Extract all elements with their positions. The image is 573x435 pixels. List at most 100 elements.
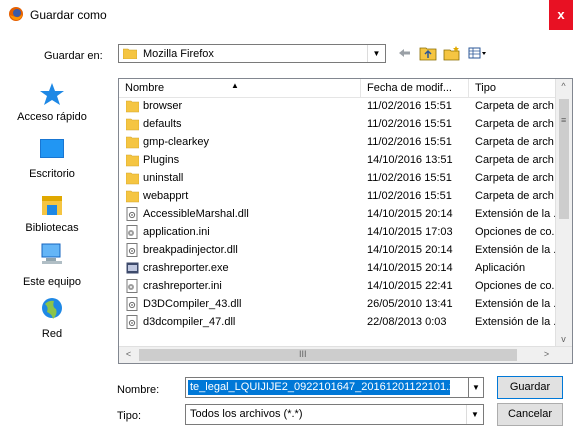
filename-input[interactable]: te_legal_LQUIJIJE2_0922101647_2016120112… [185, 377, 469, 398]
lookin-value: Mozilla Firefox [143, 48, 214, 60]
table-row[interactable]: D3DCompiler_43.dll 26/05/2010 13:41 Extens… [119, 295, 572, 313]
file-name: gmp-clearkey [143, 136, 210, 148]
file-ini-icon [126, 279, 138, 293]
table-row[interactable]: application.ini 14/10/2015 17:03 Opciones … [119, 223, 572, 241]
star-icon [40, 83, 64, 105]
view-menu-icon[interactable] [468, 45, 488, 61]
new-folder-icon[interactable] [443, 45, 461, 61]
filename-value: te_legal_LQUIJIJE2_0922101647_2016120112… [188, 380, 450, 395]
list-header: Nombre ▲ Fecha de modif... Tipo [119, 79, 572, 98]
file-date: 11/02/2016 15:51 [367, 136, 452, 148]
file-type: Carpeta de arch [475, 190, 554, 202]
chevron-down-icon[interactable]: ▼ [367, 45, 385, 62]
folder-icon [123, 48, 137, 59]
filename-label: Nombre: [117, 384, 160, 396]
table-row[interactable]: browser 11/02/2016 15:51 Carpeta de arch [119, 97, 572, 115]
folder-icon [126, 118, 139, 131]
sidebar-label: Escritorio [29, 168, 75, 180]
file-dll-icon [126, 207, 138, 221]
filetype-label: Tipo: [117, 410, 142, 422]
file-date: 14/10/2015 20:14 [367, 208, 453, 220]
column-label: Fecha de modif... [367, 82, 452, 94]
column-header-type[interactable]: Tipo [469, 79, 555, 97]
file-type: Carpeta de arch [475, 100, 554, 112]
folder-icon [126, 100, 139, 113]
title-bar: Guardar como x [0, 0, 573, 30]
column-header-date[interactable]: Fecha de modif... [361, 79, 469, 97]
cancel-button[interactable]: Cancelar [497, 403, 563, 426]
sidebar-item-this-pc[interactable]: Este equipo [6, 242, 98, 288]
file-date: 14/10/2015 17:03 [367, 226, 453, 238]
chevron-down-icon[interactable]: ▼ [469, 377, 484, 398]
file-type: Extensión de la ... [475, 208, 561, 220]
sidebar-item-network[interactable]: Red [6, 297, 98, 341]
file-name: Plugins [143, 154, 180, 166]
sidebar-item-libraries[interactable]: Bibliotecas [6, 193, 98, 237]
scroll-up-icon[interactable]: ^ [556, 79, 571, 94]
sidebar-label: Bibliotecas [25, 222, 79, 234]
file-name: crashreporter.ini [143, 280, 222, 292]
filetype-select[interactable]: Todos los archivos (*.*) ▼ [185, 404, 484, 425]
filetype-value: Todos los archivos (*.*) [190, 408, 303, 420]
file-type: Carpeta de arch [475, 172, 554, 184]
file-date: 14/10/2015 22:41 [367, 280, 453, 292]
vertical-scrollbar[interactable]: ^ ≡ v [555, 79, 572, 347]
column-header-name[interactable]: Nombre ▲ [119, 79, 361, 97]
computer-icon [41, 243, 62, 264]
folder-icon [126, 172, 139, 185]
file-dll-icon [126, 297, 138, 311]
file-type: Carpeta de arch [475, 118, 554, 130]
grip-icon: ≡ [561, 115, 567, 125]
file-type: Carpeta de arch [475, 136, 554, 148]
chevron-down-icon[interactable]: ▼ [466, 405, 483, 424]
folder-icon [126, 154, 139, 167]
table-row[interactable]: breakpadinjector.dll 14/10/2015 20:14 Exte… [119, 241, 572, 259]
sidebar-item-desktop[interactable]: Escritorio [6, 138, 98, 182]
file-dll-icon [126, 315, 138, 329]
file-type: Extensión de la ... [475, 316, 561, 328]
table-row[interactable]: crashreporter.ini 14/10/2015 22:41 Opcione… [119, 277, 572, 295]
file-date: 22/08/2013 0:03 [367, 316, 447, 328]
sidebar-item-quick-access[interactable]: Acceso rápido [6, 82, 98, 123]
file-name: browser [143, 100, 183, 112]
sidebar-label: Red [41, 328, 63, 340]
scroll-left-icon[interactable]: < [121, 347, 136, 362]
list-rows: browser 11/02/2016 15:51 Carpeta de arch de… [119, 97, 561, 347]
sidebar-label: Acceso rápido [17, 111, 87, 123]
save-button[interactable]: Guardar [497, 376, 563, 399]
sidebar-label: Este equipo [22, 276, 82, 288]
table-row[interactable]: gmp-clearkey 11/02/2016 15:51 Carpeta de a… [119, 133, 572, 151]
file-date: 14/10/2016 13:51 [367, 154, 453, 166]
file-exe-icon [126, 262, 139, 274]
table-row[interactable]: AccessibleMarshal.dll 14/10/2015 20:14 Ext… [119, 205, 572, 223]
sort-up-icon: ▲ [231, 81, 239, 90]
table-row[interactable]: Plugins 14/10/2016 13:51 Carpeta de arch [119, 151, 572, 169]
desktop-icon [40, 139, 64, 158]
table-row[interactable]: crashreporter.exe 14/10/2015 20:14 Aplicac… [119, 259, 572, 277]
file-ini-icon [126, 225, 138, 239]
scroll-right-icon[interactable]: > [539, 347, 554, 362]
column-label: Nombre [125, 82, 165, 94]
file-name: breakpadinjector.dll [143, 244, 238, 256]
back-arrow-icon[interactable] [396, 45, 412, 61]
file-name: defaults [143, 118, 182, 130]
folder-icon [126, 190, 139, 203]
up-folder-icon[interactable] [419, 45, 437, 61]
table-row[interactable]: defaults 11/02/2016 15:51 Carpeta de arch [119, 115, 572, 133]
table-row[interactable]: d3dcompiler_47.dll 22/08/2013 0:03 Extensi… [119, 313, 572, 331]
close-button[interactable]: x [549, 0, 573, 30]
file-type: Extensión de la ... [475, 298, 561, 310]
file-name: application.ini [143, 226, 210, 238]
file-date: 11/02/2016 15:51 [367, 118, 452, 130]
file-date: 14/10/2015 20:14 [367, 244, 453, 256]
table-row[interactable]: webapprt 11/02/2016 15:51 Carpeta de arch [119, 187, 572, 205]
lookin-combo[interactable]: Mozilla Firefox ▼ [118, 44, 386, 63]
scroll-thumb[interactable] [139, 349, 517, 361]
file-type: Opciones de co... [475, 226, 561, 238]
file-dll-icon [126, 243, 138, 257]
horizontal-scrollbar[interactable]: < III > [119, 346, 572, 363]
lookin-label: Guardar en: [44, 50, 103, 62]
table-row[interactable]: uninstall 11/02/2016 15:51 Carpeta de arch [119, 169, 572, 187]
file-list[interactable]: Nombre ▲ Fecha de modif... Tipo browser 1… [118, 78, 573, 364]
scroll-down-icon[interactable]: v [556, 332, 571, 347]
